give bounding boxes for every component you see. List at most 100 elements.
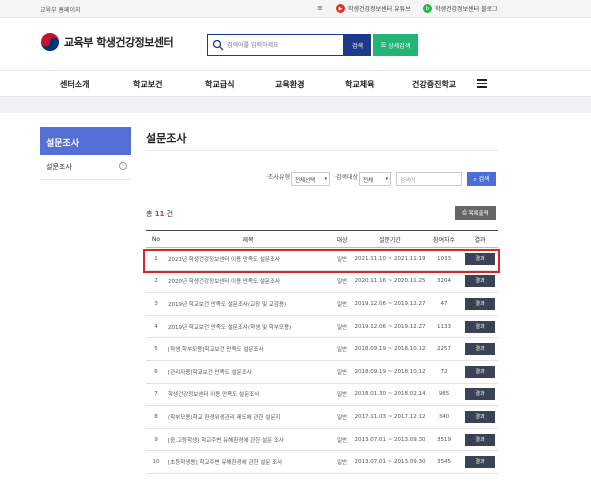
count-suffix: 건	[166, 210, 174, 218]
row-no: 3	[146, 292, 166, 316]
row-target: 일반	[330, 450, 354, 474]
result-button[interactable]: 결과	[465, 433, 495, 446]
row-count: 340	[426, 405, 462, 429]
row-count: 3204	[426, 270, 462, 294]
site-logo[interactable]: 교육부 학생건강정보센터	[40, 32, 174, 52]
sidebar-title: 설문조사	[40, 127, 131, 155]
row-title[interactable]: 학생건강정보센터 이용 만족도 설문조사	[166, 383, 330, 407]
search-box	[207, 34, 344, 56]
table-row: 10 [초등학생용] 학교주변 유해환경에 관한 설문 조사 일반 2013.07.0…	[146, 450, 498, 474]
nav-band	[0, 97, 591, 113]
keyword-input[interactable]: 검색어	[396, 172, 462, 186]
result-button[interactable]: 결과	[465, 365, 495, 378]
row-period: 2013.07.01 ~ 2013.09.30	[354, 428, 426, 452]
row-title[interactable]: [중,고등학생] 학교주변 유해환경에 관한 설문 조사	[166, 428, 330, 452]
target-label: ·검색대상	[334, 174, 358, 181]
blog-link[interactable]: b 학생건강정보센터 블로그	[423, 3, 498, 14]
filter-search-button[interactable]: ⌕ 검색	[467, 172, 496, 186]
result-button[interactable]: 결과	[465, 297, 495, 310]
hamburger-icon[interactable]	[477, 77, 489, 89]
row-no: 8	[146, 405, 166, 429]
search-icon: ⌕	[473, 176, 477, 183]
row-title[interactable]: 2019년 학교보건 만족도 설문조사(학생 및 학부모용)	[166, 315, 330, 339]
row-title[interactable]: [학생,학부모용]학교보건 만족도 설문조사	[166, 337, 330, 361]
row-no: 4	[146, 315, 166, 339]
nav-item-health-school[interactable]: 건강증진학교	[412, 79, 456, 90]
col-participants: 참여자수	[426, 230, 462, 248]
row-title[interactable]: (학부모용)학교 환경위생관리 제도에 관한 설문지	[166, 405, 330, 429]
survey-table: No 제목 대상 설문기간 참여자수 결과 1 2021년 학생건강정보센터 이용…	[146, 230, 498, 474]
ministry-link[interactable]: 교육부 홈페이지	[40, 5, 81, 14]
row-no: 9	[146, 428, 166, 452]
nav-item-center[interactable]: 센터소개	[60, 79, 89, 90]
detail-search-label: 상세검색	[388, 42, 411, 50]
youtube-link[interactable]: ▶ 학생건강정보센터 유튜브	[336, 3, 411, 14]
row-title[interactable]: 2019년 학교보건 만족도 설문조사(교장 및 교감용)	[166, 292, 330, 316]
nav-item-school-meal[interactable]: 학교급식	[205, 79, 234, 90]
nav-item-school-health[interactable]: 학교보건	[133, 79, 162, 90]
target-select[interactable]: 전체 ▾	[359, 172, 391, 186]
search-icon	[212, 39, 224, 51]
row-result-cell: 결과	[462, 360, 498, 384]
row-title[interactable]: 2020년 학생건강정보센터 이용 만족도 설문조사	[166, 270, 330, 294]
result-button[interactable]: 결과	[465, 320, 495, 333]
row-target: 일반	[330, 270, 354, 294]
row-target: 일반	[330, 292, 354, 316]
table-row: 1 2021년 학생건강정보센터 이용 만족도 설문조사 일반 2021.11.10 …	[146, 247, 498, 271]
nav-item-environment[interactable]: 교육환경	[275, 79, 304, 90]
row-count: 2257	[426, 337, 462, 361]
row-result-cell: 결과	[462, 405, 498, 429]
row-count: 3519	[426, 428, 462, 452]
row-period: 2017.11.03 ~ 2017.12.12	[354, 405, 426, 429]
count-number: 11	[154, 210, 165, 218]
row-no: 6	[146, 360, 166, 384]
type-select[interactable]: 전체선택 ▾	[291, 172, 330, 186]
row-result-cell: 결과	[462, 247, 498, 271]
col-title: 제목	[166, 230, 330, 248]
result-button[interactable]: 결과	[465, 343, 495, 356]
result-button[interactable]: 결과	[465, 275, 495, 288]
table-row: 5 [학생,학부모용]학교보건 만족도 설문조사 일반 2018.09.19 ~ 20…	[146, 337, 498, 361]
row-title[interactable]: 2021년 학생건강정보센터 이용 만족도 설문조사	[166, 247, 330, 271]
table-header: No 제목 대상 설문기간 참여자수 결과	[146, 230, 498, 248]
chevron-down-icon: ▾	[385, 176, 388, 182]
row-count: 1033	[426, 247, 462, 271]
row-target: 일반	[330, 360, 354, 384]
nav-item-pe[interactable]: 학교체육	[345, 79, 374, 90]
row-result-cell: 결과	[462, 383, 498, 407]
table-row: 9 [중,고등학생] 학교주변 유해환경에 관한 설문 조사 일반 2013.07.0…	[146, 428, 498, 452]
row-no: 5	[146, 337, 166, 361]
row-target: 일반	[330, 383, 354, 407]
search-input[interactable]	[227, 38, 339, 52]
row-target: 일반	[330, 315, 354, 339]
row-no: 7	[146, 383, 166, 407]
row-title[interactable]: [관리자용]학교보건 만족도 설문조사	[166, 360, 330, 384]
table-row: 7 학생건강정보센터 이용 만족도 설문조사 일반 2018.01.30 ~ 2018…	[146, 383, 498, 407]
result-button[interactable]: 결과	[465, 388, 495, 401]
blog-icon: b	[423, 4, 432, 13]
result-button[interactable]: 결과	[465, 410, 495, 423]
detail-search-button[interactable]: ☰ 상세검색	[373, 34, 418, 56]
top-utility-bar: 교육부 홈페이지 ≡ ▶ 학생건강정보센터 유튜브 b 학생건강정보센터 블로그	[0, 0, 591, 18]
count-prefix: 총	[146, 210, 153, 218]
row-result-cell: 결과	[462, 270, 498, 294]
row-title[interactable]: [초등학생용] 학교주변 유해환경에 관한 설문 조사	[166, 450, 330, 474]
row-count: 985	[426, 383, 462, 407]
sitemap-icon[interactable]: ≡	[317, 4, 325, 13]
col-target: 대상	[330, 230, 354, 248]
result-button[interactable]: 결과	[465, 456, 495, 469]
result-button[interactable]: 결과	[465, 252, 495, 265]
row-count: 72	[426, 360, 462, 384]
chevron-down-icon: ▾	[324, 176, 327, 182]
blog-label: 학생건강정보센터 블로그	[435, 6, 498, 13]
col-result: 결과	[462, 230, 498, 248]
table-row: 4 2019년 학교보건 만족도 설문조사(학생 및 학부모용) 일반 2019.12…	[146, 315, 498, 339]
sidebar-item-survey[interactable]: 설문조사 i	[40, 156, 131, 180]
filter-search-label: 검색	[478, 176, 490, 183]
print-list-button[interactable]: ⎙ 목록출력	[455, 206, 496, 220]
type-select-value: 전체선택	[295, 178, 316, 184]
search-button[interactable]: 검색	[344, 34, 371, 56]
sidebar-item-label: 설문조사	[46, 163, 72, 171]
youtube-label: 학생건강정보센터 유튜브	[348, 6, 411, 13]
table-row: 2 2020년 학생건강정보센터 이용 만족도 설문조사 일반 2020.11.16 …	[146, 270, 498, 294]
